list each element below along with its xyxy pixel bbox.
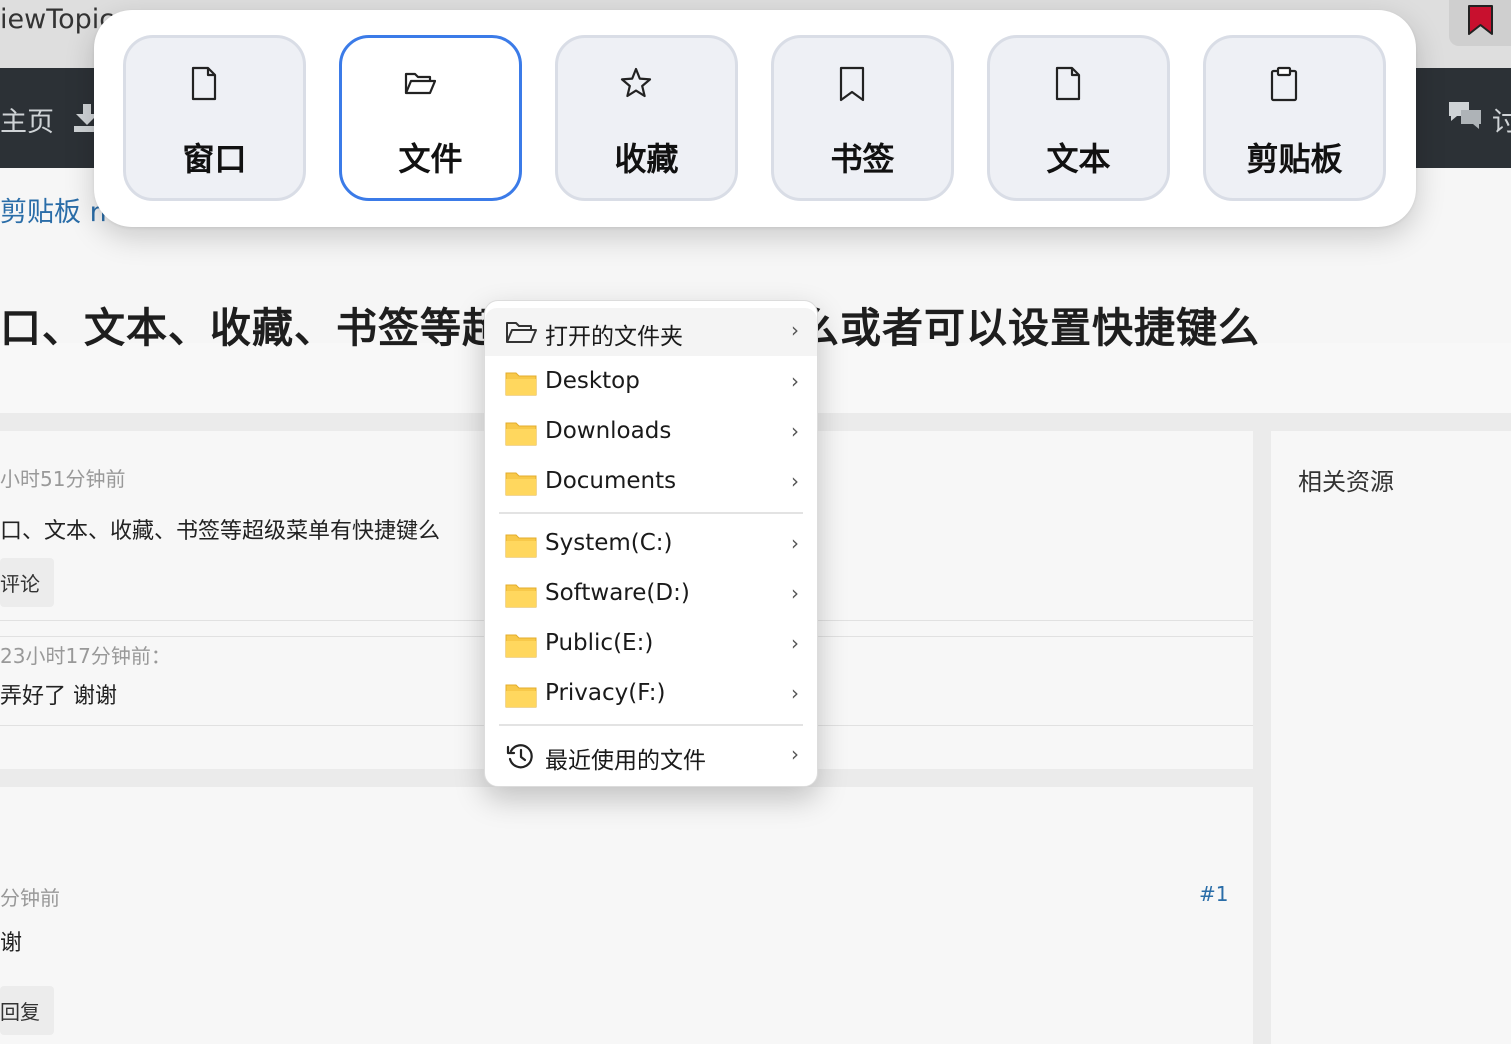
folder-open-icon [404,72,436,95]
chevron-right-icon: › [791,318,799,342]
reply-text: 谢 [0,931,23,956]
breadcrumb[interactable]: 剪贴板 n [0,190,107,229]
bookmark-extension-icon[interactable] [1468,5,1493,35]
window-doc-icon [191,66,217,101]
tab-window[interactable]: 窗口 [123,35,306,201]
tab-label: 窗口 [182,140,247,178]
nav-discuss-link[interactable]: 讨 [1492,100,1511,139]
menu-item-drive-d[interactable]: Software(D:) › [485,571,817,619]
comment-text: 弄好了 谢谢 [0,684,117,709]
folder-icon [505,534,537,558]
file-menu-dropdown: 打开的文件夹 › Desktop › Downloads › Documents… [484,300,818,787]
tab-clipboard[interactable]: 剪贴板 [1203,35,1386,201]
chevron-right-icon: › [791,631,799,655]
folder-icon [505,422,537,446]
tab-label: 文本 [1046,140,1111,178]
post-index-link[interactable]: #1 [1199,882,1228,906]
menu-item-documents[interactable]: Documents › [485,459,817,507]
chevron-right-icon: › [791,581,799,605]
tab-label: 剪贴板 [1246,140,1343,178]
super-menu-tab-strip: 窗口 文件 收藏 书签 文本 剪贴板 [94,10,1416,227]
folder-icon [505,372,537,396]
document-icon [1055,66,1081,101]
menu-item-drive-c[interactable]: System(C:) › [485,521,817,569]
folder-icon [505,472,537,496]
reply-button[interactable]: 回复 [0,986,54,1035]
menu-item-desktop[interactable]: Desktop › [485,359,817,407]
folder-open-icon [506,322,537,343]
menu-item-recent-files[interactable]: 最近使用的文件 › [485,732,817,780]
comment-meta: 23小时17分钟前： [0,644,171,668]
chevron-right-icon: › [791,681,799,705]
sidebar-card [1271,431,1511,1044]
comment-button[interactable]: 评论 [0,558,54,607]
nav-home-link[interactable]: 主页 [0,100,54,139]
chevron-right-icon: › [791,742,799,766]
folder-icon [505,584,537,608]
chevron-right-icon: › [791,369,799,393]
menu-item-label: 打开的文件夹 [545,324,683,350]
menu-item-label: 最近使用的文件 [545,748,706,774]
menu-item-label: Software(D:) [545,580,690,606]
question-time: 小时51分钟前 [0,467,126,491]
menu-item-label: Public(E:) [545,630,654,656]
menu-item-label: Privacy(F:) [545,680,666,706]
sidebar-title: 相关资源 [1298,468,1394,496]
history-icon [506,744,533,769]
reply-card: 分钟前 谢 回复 [0,787,1253,1044]
chevron-right-icon: › [791,531,799,555]
reply-time: 分钟前 [0,886,60,910]
menu-item-label: System(C:) [545,530,673,556]
menu-item-label: Documents [545,468,677,494]
menu-item-drive-e[interactable]: Public(E:) › [485,621,817,669]
menu-item-label: Downloads [545,418,672,444]
tab-label: 收藏 [614,140,679,178]
menu-item-label: Desktop [545,368,640,394]
tab-favorites[interactable]: 收藏 [555,35,738,201]
star-icon [620,67,652,98]
menu-separator [499,724,803,726]
question-text: 口、文本、收藏、书签等超级菜单有快捷键么 [0,519,441,544]
tab-label: 书签 [830,140,895,178]
chevron-right-icon: › [791,419,799,443]
tab-label: 文件 [398,140,463,178]
folder-icon [505,684,537,708]
menu-item-open-folders[interactable]: 打开的文件夹 › [485,308,817,356]
bookmark-icon [839,66,865,102]
tab-text[interactable]: 文本 [987,35,1170,201]
chevron-right-icon: › [791,469,799,493]
clipboard-icon [1270,66,1298,102]
tab-files[interactable]: 文件 [339,35,522,201]
menu-separator [499,512,803,514]
folder-icon [505,634,537,658]
menu-item-downloads[interactable]: Downloads › [485,409,817,457]
chat-icon[interactable] [1447,100,1483,132]
tab-bookmarks[interactable]: 书签 [771,35,954,201]
menu-item-drive-f[interactable]: Privacy(F:) › [485,671,817,719]
